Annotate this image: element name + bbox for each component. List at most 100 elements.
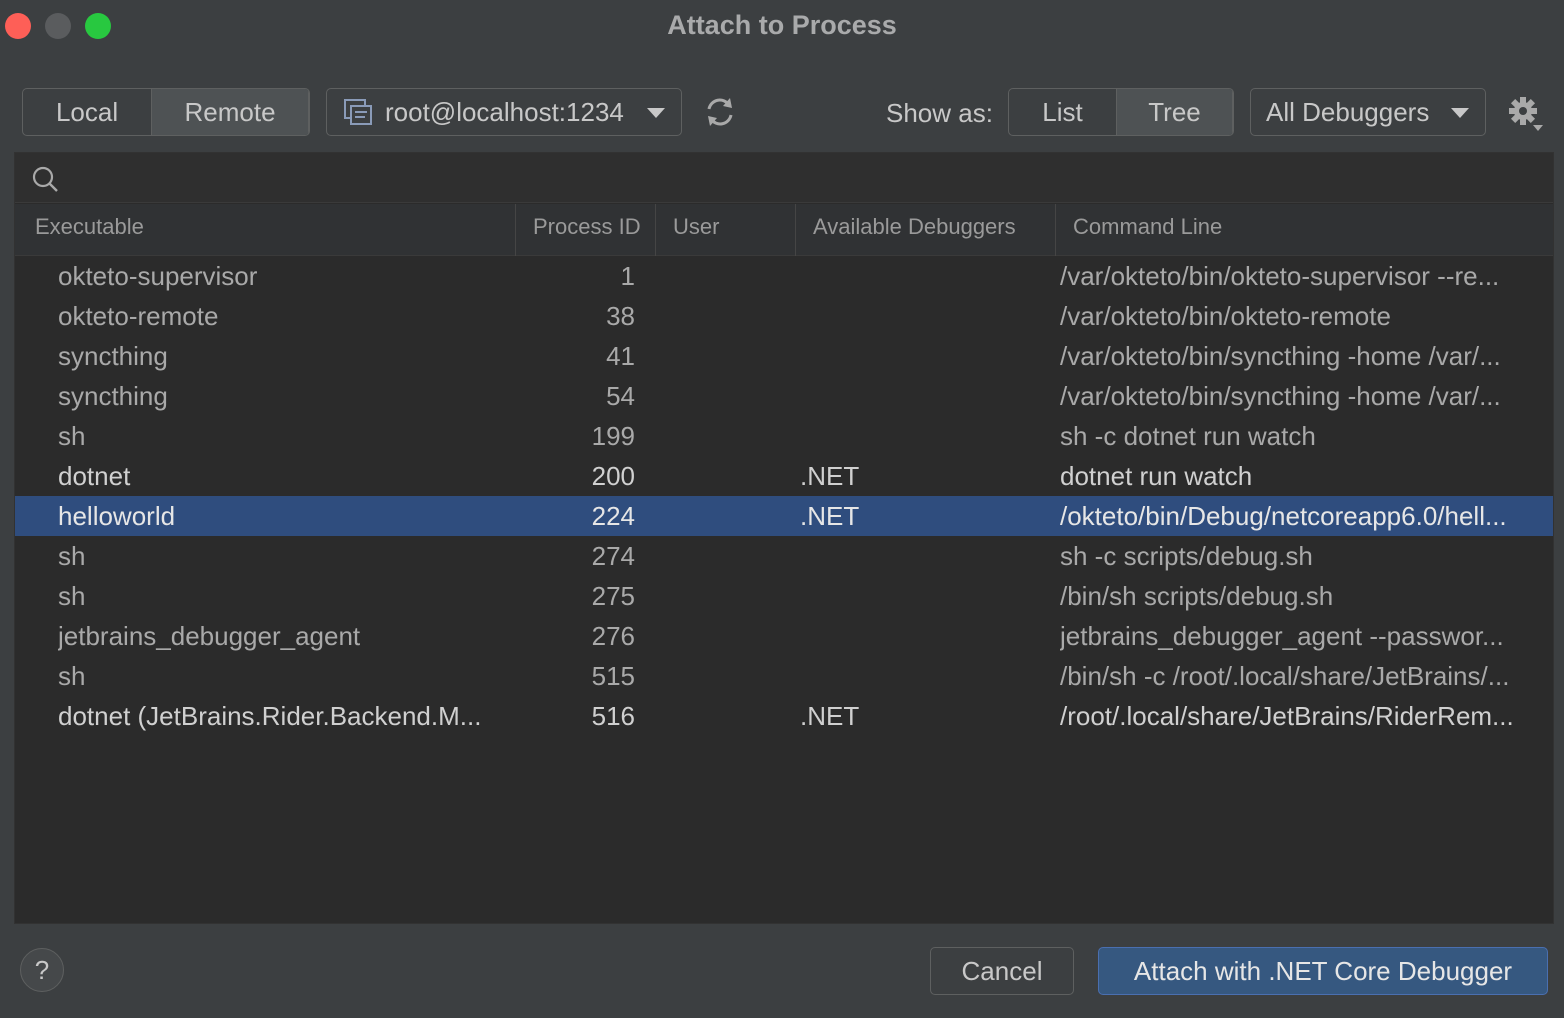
cell-process-id: 224 [591, 501, 635, 531]
help-button[interactable]: ? [20, 948, 64, 992]
cell-executable: dotnet [58, 461, 131, 491]
cell-available-debuggers [800, 336, 1040, 376]
cell-process-id: 276 [591, 621, 635, 651]
column-header-command-line[interactable]: Command Line [1055, 204, 1555, 256]
cell-command-line: /var/okteto/bin/okteto-supervisor --re..… [1060, 261, 1500, 291]
cell-command-line: /var/okteto/bin/okteto-remote [1060, 301, 1391, 331]
refresh-icon[interactable] [702, 94, 738, 130]
debugger-filter-dropdown[interactable]: All Debuggers [1250, 88, 1486, 136]
cell-process-id: 41 [606, 341, 635, 371]
cell-executable: sh [58, 581, 86, 611]
cell-process-id: 38 [606, 301, 635, 331]
cell-command-line: /bin/sh scripts/debug.sh [1060, 581, 1334, 611]
column-header-executable[interactable]: Executable [18, 204, 518, 256]
column-header-process-id[interactable]: Process ID [515, 204, 655, 256]
dialog-title: Attach to Process [667, 10, 897, 40]
table-row[interactable]: sh 515/bin/sh -c /root/.local/share/JetBr… [15, 656, 1553, 696]
cell-available-debuggers [800, 296, 1040, 336]
column-header-user[interactable]: User [655, 204, 795, 256]
search-bar [15, 153, 1553, 203]
cell-available-debuggers [800, 656, 1040, 696]
gear-icon[interactable] [1506, 94, 1546, 134]
cell-user [675, 256, 795, 296]
cell-available-debuggers [800, 376, 1040, 416]
cell-user [675, 336, 795, 376]
cell-process-id: 275 [591, 581, 635, 611]
cell-command-line: /okteto/bin/Debug/netcoreapp6.0/hell... [1060, 501, 1507, 531]
search-icon [31, 165, 59, 193]
cell-command-line: sh -c dotnet run watch [1060, 421, 1316, 451]
cell-available-debuggers: .NET [800, 701, 860, 731]
cell-executable: sh [58, 661, 86, 691]
tab-list[interactable]: List [1009, 89, 1116, 135]
cell-executable: sh [58, 421, 86, 451]
cell-available-debuggers [800, 576, 1040, 616]
table-row[interactable]: dotnet (JetBrains.Rider.Backend.M... 516.… [15, 696, 1553, 736]
column-header-available-debuggers[interactable]: Available Debuggers [795, 204, 1055, 256]
chevron-down-icon [647, 108, 665, 118]
process-table-panel: Executable Process ID User Available Deb… [14, 152, 1554, 924]
table-row[interactable]: syncthing 41/var/okteto/bin/syncthing -ho… [15, 336, 1553, 376]
cell-command-line: jetbrains_debugger_agent --passwor... [1060, 621, 1504, 651]
cell-available-debuggers: .NET [800, 461, 860, 491]
cell-user [675, 296, 795, 336]
cell-command-line: /var/okteto/bin/syncthing -home /var/... [1060, 341, 1501, 371]
table-row[interactable]: helloworld 224 .NET/okteto/bin/Debug/netco… [15, 496, 1553, 536]
debugger-filter-value: All Debuggers [1266, 96, 1430, 127]
cell-available-debuggers: .NET [800, 501, 860, 531]
table-header: Executable Process ID User Available Deb… [15, 204, 1553, 256]
table-row[interactable]: dotnet 200 .NET dotnet run watch [15, 456, 1553, 496]
table-row[interactable]: okteto-remote 38/var/okteto/bin/okteto-re… [15, 296, 1553, 336]
search-input[interactable] [71, 161, 1531, 195]
cell-executable: syncthing [58, 381, 168, 411]
remote-host-dropdown[interactable]: root@localhost:1234 [326, 88, 682, 136]
cell-user [675, 536, 795, 576]
cell-user [675, 416, 795, 456]
cancel-button[interactable]: Cancel [930, 947, 1074, 995]
attach-button[interactable]: Attach with .NET Core Debugger [1098, 947, 1548, 995]
table-row[interactable]: sh 274 sh -c scripts/debug.sh [15, 536, 1553, 576]
cell-process-id: 1 [620, 261, 635, 291]
attach-to-process-dialog: Attach to Process Local Remote root@loca… [0, 0, 1564, 1018]
cell-executable: okteto-remote [58, 301, 219, 331]
tab-local[interactable]: Local [23, 89, 151, 135]
cell-process-id: 199 [591, 421, 635, 451]
chevron-down-icon [1451, 108, 1469, 118]
table-row[interactable]: sh 199 sh -c dotnet run watch [15, 416, 1553, 456]
table-row[interactable]: jetbrains_debugger_agent 276 jetbrains_deb… [15, 616, 1553, 656]
cell-command-line: /bin/sh -c /root/.local/share/JetBrains/… [1060, 661, 1510, 691]
tab-remote[interactable]: Remote [151, 89, 309, 135]
cell-available-debuggers [800, 416, 1040, 456]
cell-process-id: 515 [591, 661, 635, 691]
cell-process-id: 54 [606, 381, 635, 411]
cell-executable: sh [58, 541, 86, 571]
cell-user [675, 456, 795, 496]
view-mode-toggle: List Tree [1008, 88, 1234, 136]
cell-process-id: 200 [591, 461, 635, 491]
process-table-body: okteto-supervisor 1/var/okteto/bin/okteto… [15, 256, 1553, 736]
cell-user [675, 496, 795, 536]
title-bar: Attach to Process [0, 0, 1564, 52]
cell-command-line: /root/.local/share/JetBrains/RiderRem... [1060, 701, 1514, 731]
table-row[interactable]: sh 275/bin/sh scripts/debug.sh [15, 576, 1553, 616]
cell-command-line: dotnet run watch [1060, 461, 1253, 491]
table-row[interactable]: okteto-supervisor 1/var/okteto/bin/okteto… [15, 256, 1553, 296]
cell-command-line: sh -c scripts/debug.sh [1060, 541, 1313, 571]
connection-mode-toggle: Local Remote [22, 88, 310, 136]
cell-executable: syncthing [58, 341, 168, 371]
cell-user [675, 376, 795, 416]
remote-host-value: root@localhost:1234 [385, 96, 624, 127]
cell-executable: okteto-supervisor [58, 261, 258, 291]
table-row[interactable]: syncthing 54/var/okteto/bin/syncthing -ho… [15, 376, 1553, 416]
cell-user [675, 576, 795, 616]
tab-tree[interactable]: Tree [1116, 89, 1233, 135]
cell-executable: dotnet (JetBrains.Rider.Backend.M... [58, 701, 482, 731]
cell-process-id: 274 [591, 541, 635, 571]
show-as-label: Show as: [886, 98, 993, 128]
cell-available-debuggers [800, 256, 1040, 296]
cell-command-line: /var/okteto/bin/syncthing -home /var/... [1060, 381, 1501, 411]
cell-executable: helloworld [58, 501, 176, 531]
cell-user [675, 696, 795, 736]
remote-host-icon [343, 98, 373, 126]
cell-user [675, 616, 795, 656]
